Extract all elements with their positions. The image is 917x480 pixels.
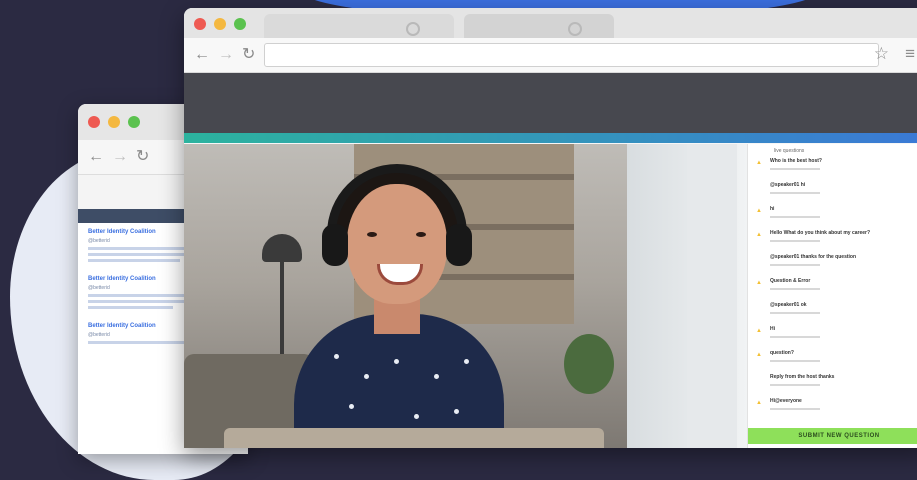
question-item[interactable]: ▲ Question & Error xyxy=(748,278,917,302)
question-icon: ▲ xyxy=(756,160,762,166)
question-item[interactable]: ▲ hi xyxy=(748,206,917,230)
browser-tab[interactable] xyxy=(464,14,614,38)
person-eye xyxy=(367,232,377,237)
back-arrow-icon[interactable]: ← xyxy=(194,47,210,63)
question-text: question? xyxy=(770,350,794,356)
maximize-dot-icon[interactable] xyxy=(128,116,140,128)
reload-icon[interactable]: ↻ xyxy=(136,149,149,165)
front-window-titlebar xyxy=(184,8,917,38)
headphones-earcup xyxy=(446,224,472,266)
question-meta-line xyxy=(770,216,820,218)
question-meta-line xyxy=(770,192,820,194)
questions-panel-header: live questions xyxy=(774,148,805,154)
accent-gradient-bar xyxy=(184,133,917,143)
questions-panel: live questions ▲ Who is the best host? @sp… xyxy=(747,144,917,448)
question-item[interactable]: @speaker01 hi xyxy=(748,182,917,206)
minimize-dot-icon[interactable] xyxy=(108,116,120,128)
question-item[interactable]: @speaker01 thanks for the question xyxy=(748,254,917,278)
question-text: Hi@everyone xyxy=(770,398,802,404)
question-text: hi xyxy=(770,206,775,212)
question-meta-line xyxy=(770,360,820,362)
person-eye xyxy=(416,232,426,237)
reload-icon[interactable]: ↻ xyxy=(242,47,255,63)
back-arrow-icon[interactable]: ← xyxy=(88,149,104,165)
question-text: Hello What do you think about my career? xyxy=(770,230,871,236)
video-feed[interactable] xyxy=(184,144,747,448)
polka-dot xyxy=(464,359,469,364)
tab-close-icon[interactable] xyxy=(568,22,582,36)
browser-menu-icon[interactable]: ≡ xyxy=(905,44,915,64)
question-item[interactable]: ▲ Hi xyxy=(748,326,917,350)
question-text: Who is the best host? xyxy=(770,158,822,164)
question-icon: ▲ xyxy=(756,352,762,358)
question-text: Hi xyxy=(770,326,775,332)
questions-list: ▲ Who is the best host? @speaker01 hi ▲ hi ▲ H… xyxy=(748,158,917,422)
question-meta-line xyxy=(770,384,820,386)
polka-dot xyxy=(334,354,339,359)
question-meta-line xyxy=(770,240,820,242)
polka-dot xyxy=(394,359,399,364)
bookmark-star-icon[interactable]: ☆ xyxy=(874,44,889,64)
question-item[interactable]: ▲ Who is the best host? xyxy=(748,158,917,182)
polka-dot xyxy=(454,409,459,414)
address-bar[interactable] xyxy=(264,43,879,67)
app-header xyxy=(184,73,917,133)
polka-dot xyxy=(349,404,354,409)
plant xyxy=(564,334,614,394)
question-icon: ▲ xyxy=(756,280,762,286)
close-dot-icon[interactable] xyxy=(88,116,100,128)
tweet-text-line xyxy=(88,253,196,256)
question-meta-line xyxy=(770,312,820,314)
question-item[interactable]: ▲ Hi@everyone xyxy=(748,398,917,422)
close-dot-icon[interactable] xyxy=(194,18,206,30)
question-text: Question & Error xyxy=(770,278,811,284)
maximize-dot-icon[interactable] xyxy=(234,18,246,30)
question-text: @speaker01 thanks for the question xyxy=(770,254,857,260)
forward-arrow-icon[interactable]: → xyxy=(218,47,234,63)
front-window-toolbar: ← → ↻ ☆ ≡ xyxy=(184,38,917,73)
question-item[interactable]: Reply from the host thanks xyxy=(748,374,917,398)
front-browser-window: ← → ↻ ☆ ≡ live questions ▲ Who is the be… xyxy=(184,8,917,448)
minimize-dot-icon[interactable] xyxy=(214,18,226,30)
tweet-text-line xyxy=(88,300,189,303)
question-meta-line xyxy=(770,288,820,290)
curtain xyxy=(687,144,737,448)
question-item[interactable]: @speaker01 ok xyxy=(748,302,917,326)
question-icon: ▲ xyxy=(756,400,762,406)
browser-tab[interactable] xyxy=(264,14,454,38)
question-meta-line xyxy=(770,336,820,338)
polka-dot xyxy=(414,414,419,419)
tweet-text-line xyxy=(88,306,173,309)
question-item[interactable]: ▲ Hello What do you think about my career… xyxy=(748,230,917,254)
question-icon: ▲ xyxy=(756,208,762,214)
polka-dot xyxy=(364,374,369,379)
lamp xyxy=(262,234,302,262)
question-icon: ▲ xyxy=(756,328,762,334)
question-text: @speaker01 ok xyxy=(770,302,807,308)
tab-close-icon[interactable] xyxy=(406,22,420,36)
headphones-earcup xyxy=(322,224,348,266)
question-text: @speaker01 hi xyxy=(770,182,806,188)
tweet-text-line xyxy=(88,259,181,262)
laptop-edge xyxy=(224,428,604,448)
polka-dot xyxy=(434,374,439,379)
question-item[interactable]: ▲ question? xyxy=(748,350,917,374)
question-meta-line xyxy=(770,408,820,410)
question-meta-line xyxy=(770,168,820,170)
question-icon: ▲ xyxy=(756,232,762,238)
forward-arrow-icon[interactable]: → xyxy=(112,149,128,165)
question-text: Reply from the host thanks xyxy=(770,374,835,380)
question-meta-line xyxy=(770,264,820,266)
